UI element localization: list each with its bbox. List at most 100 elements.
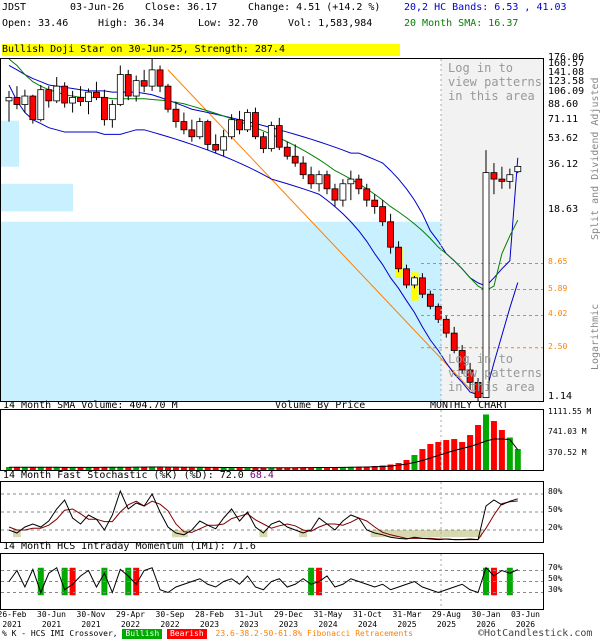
fib-level-label: 2.50: [548, 341, 568, 351]
volume-bar: [490, 421, 497, 470]
candle-body: [196, 121, 204, 138]
candle-body: [172, 108, 180, 122]
adjusted-note: Split and Dividend Adjusted: [590, 77, 600, 240]
x-axis-label: 30-Jan 2026: [471, 610, 501, 629]
stoch-d-value: 68.4: [249, 470, 274, 481]
brand-link[interactable]: ©HotCandlestick.com: [478, 628, 592, 640]
change-value: Change: 4.51 (+14.2 %): [248, 2, 381, 13]
open-value: Open: 33.46: [2, 18, 69, 29]
imi-axis-70: 70%: [548, 563, 563, 572]
price-axis-min: 1.14: [548, 391, 573, 402]
oversold-shade: [299, 530, 308, 538]
oversold-shade: [410, 530, 419, 538]
x-axis-label: 30-Sep 2022: [155, 610, 185, 629]
candle-body: [61, 85, 69, 104]
candle-body: [498, 178, 506, 182]
volume-title: 14 Month SMA Volume: 404.70 M: [3, 400, 178, 411]
stoch-axis-50: 50%: [548, 505, 563, 514]
vbp-bar: [1, 120, 19, 167]
candle-body: [275, 125, 283, 148]
candle-body: [450, 332, 458, 351]
login-note-top[interactable]: Log in to view patterns in this area: [448, 61, 542, 103]
volume-sma-line: [9, 438, 519, 469]
candle-body: [259, 136, 267, 150]
price-axis-label: 88.60: [548, 98, 579, 110]
x-axis-label: 31-Mar 2025: [392, 610, 422, 629]
candle-body: [299, 162, 307, 176]
crossover-legend: % K - HCS IMI Crossover,: [2, 629, 118, 638]
candle-body: [307, 174, 315, 185]
price-axis-label: 106.09: [548, 86, 585, 98]
volume-value: Vol: 1,583,984: [288, 18, 373, 29]
candle-body: [37, 89, 45, 121]
candle-body: [252, 112, 259, 138]
stoch-axis-20: 20%: [548, 523, 563, 532]
volume-panel: [0, 409, 544, 471]
imi-chart: [1, 554, 543, 609]
stoch-chart: [1, 482, 543, 542]
volume-by-price-label: Volume By Price: [275, 400, 366, 411]
candle-body: [347, 178, 355, 185]
candle-body: [339, 183, 347, 201]
candle-body: [490, 172, 498, 180]
candle-body: [418, 277, 426, 295]
candle-body: [132, 80, 140, 97]
candle-body: [164, 85, 172, 110]
symbol: JDST: [2, 2, 27, 13]
vol-axis-2: 741.03 M: [548, 427, 587, 436]
volume-bar: [514, 449, 521, 470]
candle-body: [403, 268, 410, 286]
low-value: Low: 32.70: [198, 18, 259, 29]
login-note-bottom[interactable]: Log in to view patterns in this area: [448, 352, 542, 394]
candle-body: [434, 305, 442, 320]
volume-bar: [284, 467, 291, 470]
x-axis-label: 31-Jul 2023: [234, 610, 264, 629]
pattern-banner-bar: Bullish Doji Star on 30-Jun-25, Strength…: [2, 44, 400, 56]
vol-axis-1: 1111.55 M: [548, 407, 592, 416]
imi-axis-30: 30%: [548, 585, 563, 594]
candle-body: [180, 121, 188, 131]
candle-body: [116, 74, 124, 105]
candle-body: [379, 206, 387, 223]
x-axis-label: 31-Oct 2024: [353, 610, 382, 629]
candle-body: [124, 74, 132, 97]
price-axis-label: 18.63: [548, 204, 579, 216]
x-axis-label: 29-Dec 2023: [274, 610, 303, 629]
volume-bar: [451, 439, 458, 470]
fib-level-label: 5.89: [548, 283, 568, 293]
bullish-badge: Bullish: [122, 629, 163, 639]
vbp-bar: [1, 183, 73, 212]
x-axis-label: 30-Nov 2021: [76, 610, 106, 629]
candle-body: [371, 199, 379, 208]
x-axis-label: 31-May 2024: [313, 610, 343, 629]
volume-bar: [475, 425, 482, 470]
oversold-shade: [450, 530, 459, 538]
candle-body: [85, 91, 92, 102]
candle-body: [363, 188, 371, 201]
candle-body: [29, 95, 37, 121]
x-axis-label: 28-Feb 2023: [195, 610, 224, 629]
candle-body: [13, 96, 21, 105]
stoch-axis-80: 80%: [548, 487, 563, 496]
hc-bands-legend: 20,2 HC Bands: 6.53 , 41.03: [404, 2, 567, 13]
candle-body: [93, 91, 100, 98]
candle-body: [140, 80, 148, 87]
quote-date: 03-Jun-26: [70, 2, 125, 13]
footer-legend: % K - HCS IMI Crossover, Bullish Bearish…: [2, 629, 413, 639]
log-scale-note: Logarithmic: [590, 303, 600, 370]
candle-body: [45, 89, 53, 102]
x-axis-label: 03-Jun 2026: [511, 610, 540, 629]
price-chart: [1, 59, 543, 401]
candle-body: [236, 119, 243, 131]
candle-body: [220, 136, 228, 151]
candle-body: [228, 119, 236, 138]
candle-body: [21, 95, 29, 105]
candle-body: [156, 69, 164, 87]
fib-level-label: 4.02: [548, 309, 568, 319]
x-axis-label: 29-Apr 2022: [116, 610, 145, 629]
candle-body: [69, 96, 76, 104]
candle-body: [108, 104, 116, 121]
candle-body: [148, 69, 156, 87]
candle-body: [331, 188, 339, 201]
bearish-badge: Bearish: [166, 629, 207, 639]
